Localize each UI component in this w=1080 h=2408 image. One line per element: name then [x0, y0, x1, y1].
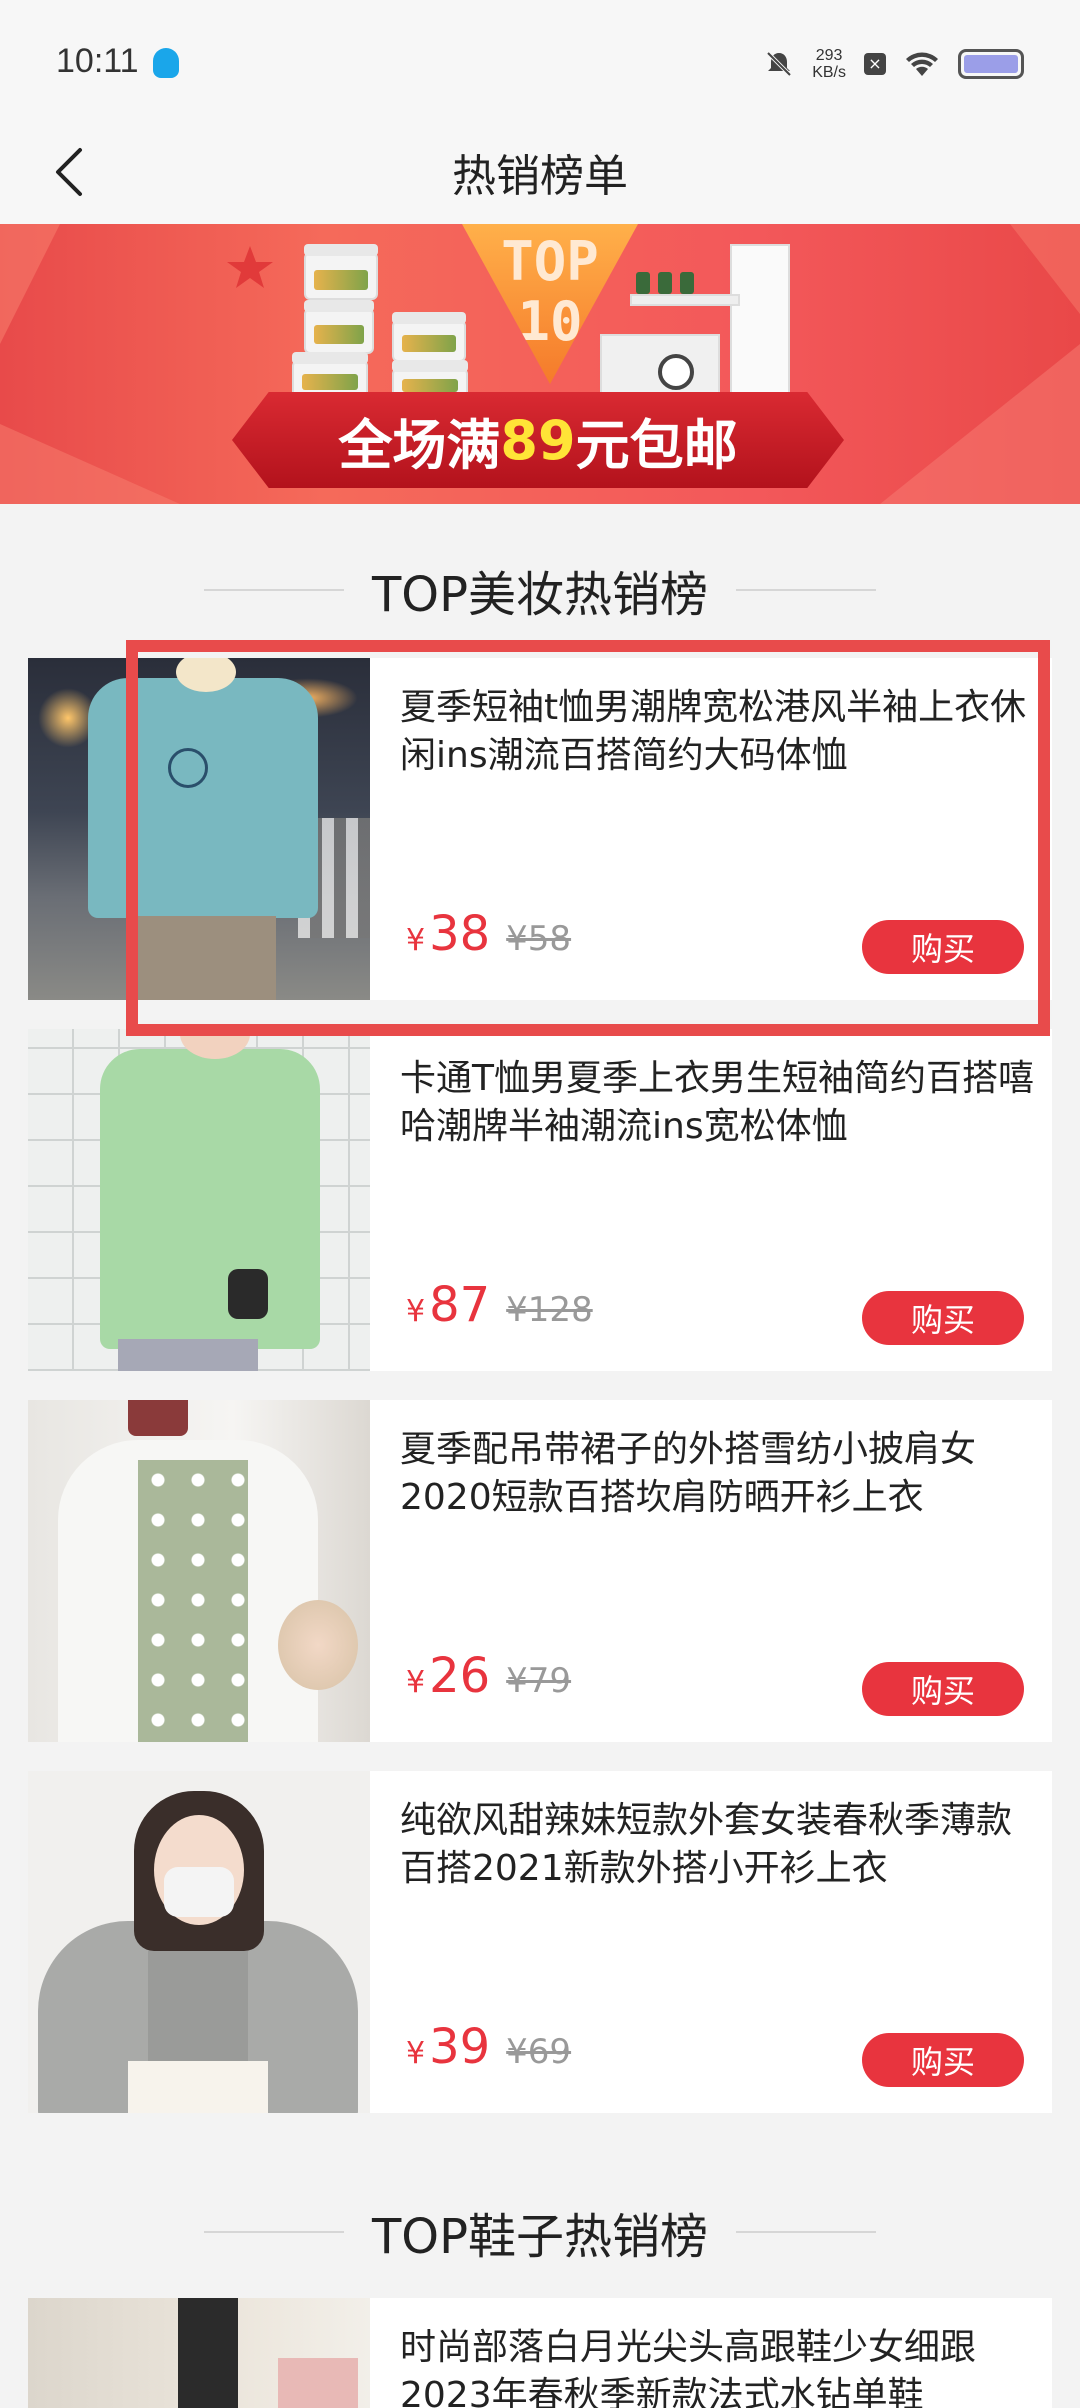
product-image: [28, 1400, 370, 1742]
free-shipping-banner: 全场满 89 元包邮: [232, 392, 844, 488]
original-price: ¥128: [506, 1290, 593, 1330]
storage-boxes-image: [282, 244, 472, 402]
status-time: 10:11: [56, 42, 139, 80]
original-price: ¥79: [506, 1661, 572, 1701]
current-price: 87: [429, 1277, 491, 1333]
product-title: 时尚部落白月光尖头高跟鞋少女细跟2023年春秋季新款法式水钻单鞋: [400, 2327, 977, 2408]
product-card[interactable]: 夏季配吊带裙子的外搭雪纺小披肩女2020短款百搭坎肩防晒开衫上衣 ¥ 26 ¥7…: [28, 1400, 1052, 1742]
promo-banner[interactable]: TOP 10 全场满 89 元包邮: [0, 224, 1080, 504]
divider: [736, 589, 877, 591]
network-speed: 293 KB/s: [812, 47, 846, 81]
currency-symbol: ¥: [406, 1665, 426, 1700]
product-image: [28, 2298, 370, 2408]
original-price: ¥69: [506, 2032, 572, 2072]
nav-header: 热销榜单: [0, 120, 1080, 224]
price-row: ¥ 39 ¥69: [406, 2019, 571, 2075]
currency-symbol: ¥: [406, 2036, 426, 2071]
current-price: 26: [429, 1648, 491, 1704]
wifi-icon: [906, 52, 938, 76]
product-card[interactable]: 纯欲风甜辣妹短款外套女装春秋季薄款百搭2021新款外搭小开衫上衣 ¥ 39 ¥6…: [28, 1771, 1052, 2113]
product-title: 纯欲风甜辣妹短款外套女装春秋季薄款百搭2021新款外搭小开衫上衣: [400, 1800, 1013, 1889]
product-image: [28, 1029, 370, 1371]
status-icons: 293 KB/s ×: [764, 42, 1024, 86]
product-image: [28, 1771, 370, 2113]
divider: [736, 2231, 877, 2233]
battery-icon: [958, 49, 1024, 79]
sim-off-icon: ×: [864, 53, 886, 75]
product-card[interactable]: 卡通T恤男夏季上衣男生短袖简约百搭嘻哈潮牌半袖潮流ins宽松体恤 ¥ 87 ¥1…: [28, 1029, 1052, 1371]
page-title: 热销榜单: [452, 151, 628, 202]
buy-button[interactable]: 购买: [862, 2033, 1024, 2087]
divider: [203, 589, 344, 591]
kitchen-shelf-image: [600, 244, 800, 404]
highlight-box: [126, 640, 1050, 1036]
product-title: 夏季配吊带裙子的外搭雪纺小披肩女2020短款百搭坎肩防晒开衫上衣: [400, 1429, 977, 1518]
section-title-shoes: TOP鞋子热销榜: [0, 2202, 1080, 2265]
qq-notification-icon: [153, 48, 179, 78]
price-row: ¥ 26 ¥79: [406, 1648, 571, 1704]
buy-button[interactable]: 购买: [862, 1291, 1024, 1345]
currency-symbol: ¥: [406, 1294, 426, 1329]
section-title-beauty: TOP美妆热销榜: [0, 560, 1080, 623]
price-row: ¥ 87 ¥128: [406, 1277, 593, 1333]
mute-bell-icon: [766, 51, 792, 77]
current-price: 39: [429, 2019, 491, 2075]
product-title: 卡通T恤男夏季上衣男生短袖简约百搭嘻哈潮牌半袖潮流ins宽松体恤: [400, 1058, 1034, 1147]
product-card[interactable]: 时尚部落白月光尖头高跟鞋少女细跟2023年春秋季新款法式水钻单鞋: [28, 2298, 1052, 2408]
status-bar: 10:11 293 KB/s ×: [0, 0, 1080, 120]
divider: [203, 2231, 344, 2233]
buy-button[interactable]: 购买: [862, 1662, 1024, 1716]
